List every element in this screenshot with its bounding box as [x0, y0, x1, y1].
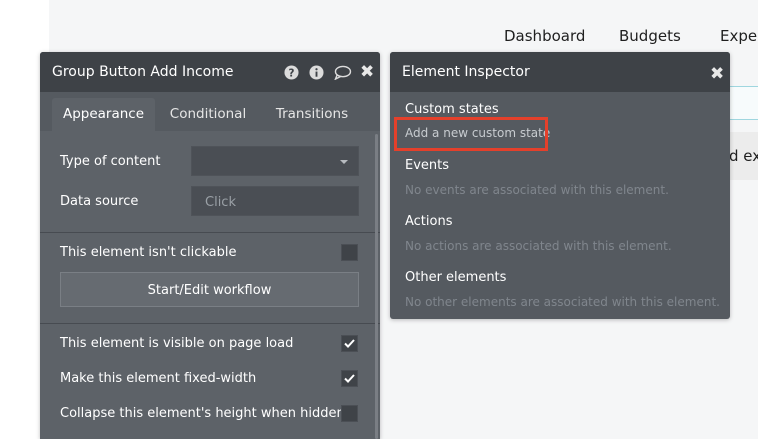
events-heading: Events [405, 158, 450, 173]
tab-conditional[interactable]: Conditional [162, 98, 254, 131]
help-icon[interactable]: ? [284, 65, 299, 80]
nav-budgets[interactable]: Budgets [619, 27, 681, 45]
actions-heading: Actions [405, 214, 453, 229]
nav-expenses[interactable]: Expe [720, 27, 757, 45]
collapse-height-checkbox[interactable] [341, 405, 358, 422]
property-editor-panel: Group Button Add Income ? ✖ Appearance C… [40, 52, 380, 439]
scrollbar[interactable] [375, 134, 378, 439]
collapse-height-label: Collapse this element's height when hidd… [60, 406, 345, 421]
actions-note: No actions are associated with this elem… [405, 239, 672, 253]
type-of-content-label: Type of content [60, 154, 161, 169]
chevron-down-icon [340, 160, 348, 164]
checkmark-icon [344, 339, 355, 348]
element-inspector-header[interactable]: Element Inspector ✖ [390, 52, 730, 92]
custom-states-heading: Custom states [405, 102, 499, 117]
divider [40, 323, 380, 324]
visible-on-load-checkbox[interactable] [341, 335, 358, 352]
property-editor-title: Group Button Add Income [52, 64, 234, 80]
element-inspector-panel: Element Inspector ✖ Custom states Add a … [390, 52, 730, 319]
page-input-bar[interactable] [726, 86, 758, 120]
data-source-label: Data source [60, 194, 139, 209]
tab-appearance[interactable]: Appearance [52, 98, 155, 131]
visible-on-load-label: This element is visible on page load [60, 336, 294, 351]
start-edit-workflow-button[interactable]: Start/Edit workflow [60, 272, 359, 307]
close-icon[interactable]: ✖ [710, 66, 724, 83]
type-of-content-dropdown[interactable] [191, 146, 359, 176]
not-clickable-checkbox[interactable] [341, 244, 358, 261]
divider [40, 232, 380, 233]
other-elements-note: No other elements are associated with th… [405, 295, 720, 309]
tab-transitions[interactable]: Transitions [266, 98, 358, 131]
not-clickable-label: This element isn't clickable [60, 245, 237, 260]
data-source-placeholder: Click [205, 195, 236, 210]
property-editor-header[interactable]: Group Button Add Income ? ✖ [40, 52, 380, 92]
highlight-box [394, 117, 548, 151]
element-inspector-title: Element Inspector [402, 64, 530, 80]
nav-dashboard[interactable]: Dashboard [504, 27, 585, 45]
events-note: No events are associated with this eleme… [405, 183, 669, 197]
page-card-text: d exp [729, 147, 758, 165]
checkmark-icon [344, 374, 355, 383]
other-elements-heading: Other elements [405, 270, 507, 285]
fixed-width-label: Make this element fixed-width [60, 371, 257, 386]
fixed-width-checkbox[interactable] [341, 370, 358, 387]
svg-text:?: ? [289, 67, 295, 79]
data-source-field[interactable]: Click [191, 186, 359, 216]
comment-icon[interactable] [333, 65, 352, 80]
close-icon[interactable]: ✖ [360, 64, 374, 81]
info-icon[interactable] [309, 65, 324, 80]
